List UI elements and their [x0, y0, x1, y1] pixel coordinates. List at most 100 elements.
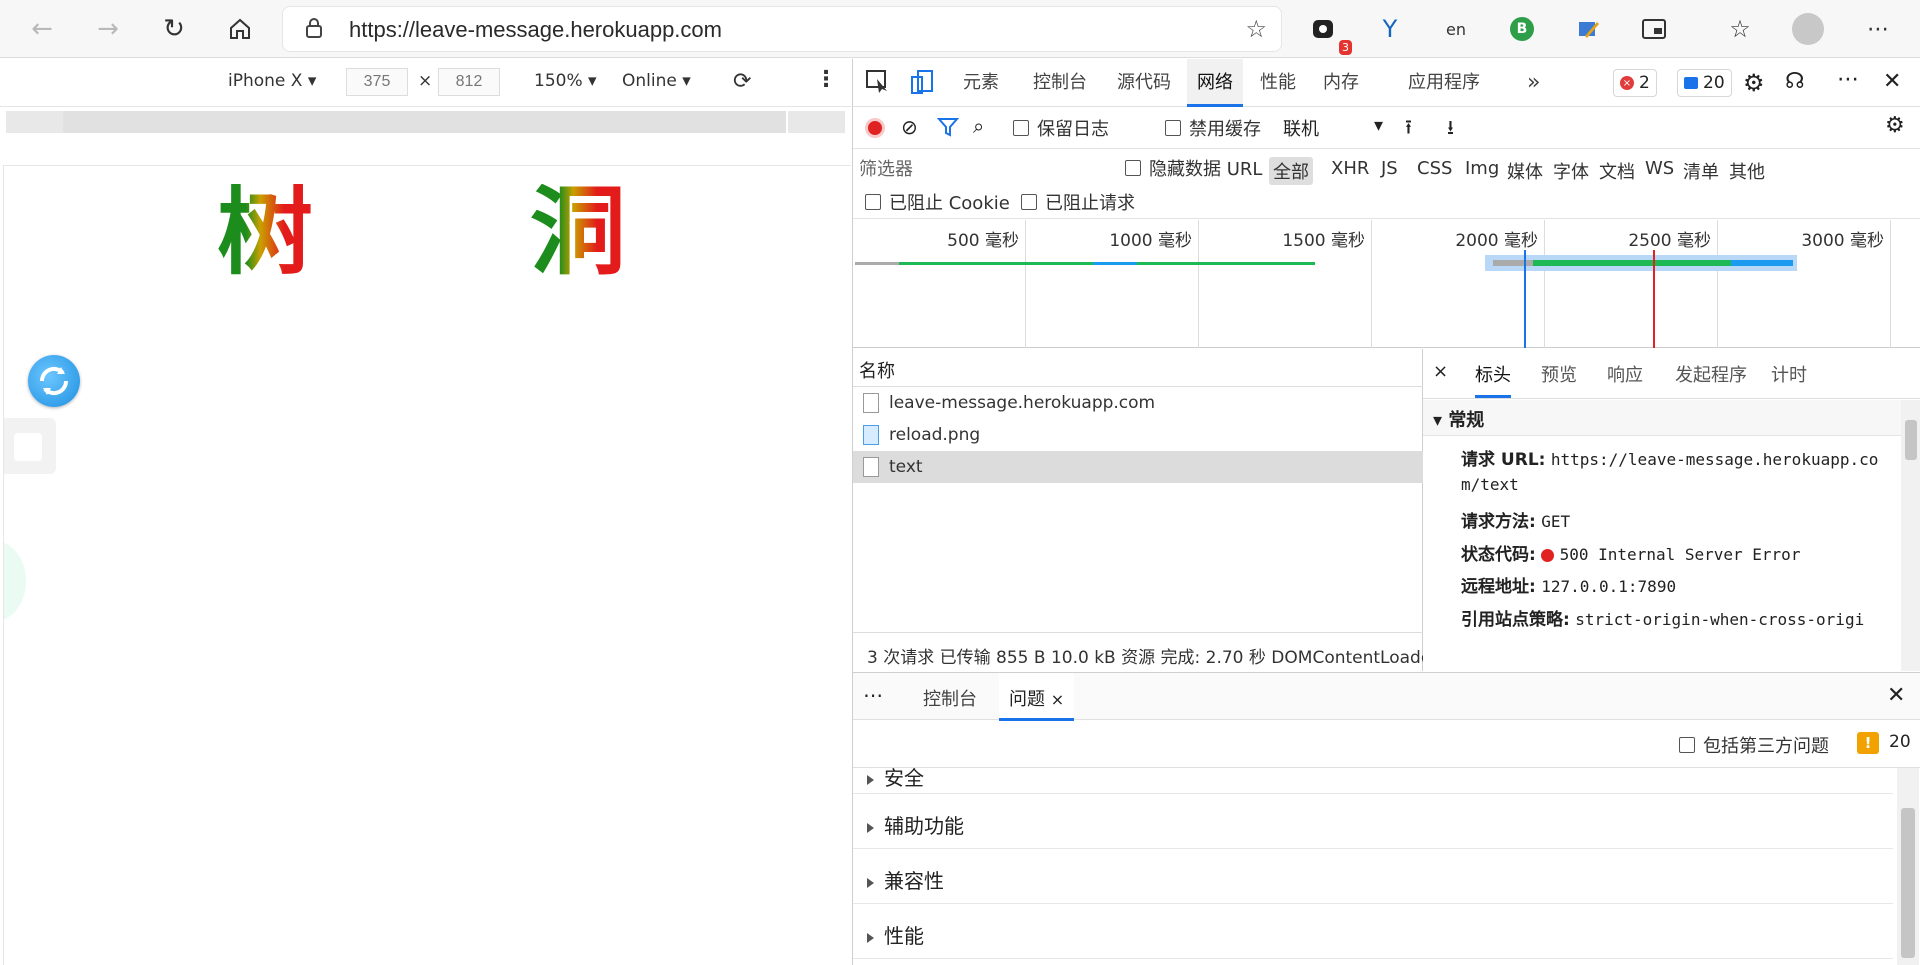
devtools-more-icon[interactable]: ⋯: [1837, 67, 1859, 92]
tab-initiator[interactable]: 发起程序: [1675, 361, 1747, 387]
tab-console[interactable]: 控制台: [1023, 59, 1097, 107]
checkbox-box[interactable]: [1125, 160, 1141, 176]
extension-icon[interactable]: 3: [1302, 7, 1352, 55]
third-party-checkbox[interactable]: 包括第三方问题: [1679, 732, 1829, 758]
blocked-requests-checkbox[interactable]: 已阻止请求: [1021, 189, 1135, 215]
profile-extension-icon[interactable]: B: [1500, 7, 1544, 51]
throttle-select[interactable]: Online ▾: [622, 71, 691, 91]
zoom-select[interactable]: 150% ▾: [534, 71, 597, 91]
checkbox-box[interactable]: [1679, 737, 1695, 753]
device-select[interactable]: iPhone X ▾: [228, 71, 316, 91]
url-text[interactable]: https://leave-message.herokuapp.com: [349, 17, 722, 43]
checkbox-box[interactable]: [1165, 120, 1181, 136]
filter-type-img[interactable]: Img: [1461, 157, 1503, 180]
filter-type-ws[interactable]: WS: [1641, 157, 1678, 180]
media-segment[interactable]: [63, 111, 788, 133]
network-overview[interactable]: 500 毫秒 1000 毫秒 1500 毫秒 2000 毫秒 2500 毫秒 3…: [853, 220, 1920, 348]
feedback-icon[interactable]: ☊: [1785, 69, 1805, 94]
drawer-tab-issues[interactable]: 问题 ×: [999, 673, 1075, 721]
more-tabs-icon[interactable]: »: [1517, 59, 1550, 107]
drawer-close-icon[interactable]: ✕: [1887, 683, 1905, 708]
filter-input[interactable]: 筛选器: [859, 155, 1109, 181]
filter-type-font[interactable]: 字体: [1549, 157, 1593, 185]
rotate-icon[interactable]: ⟳: [733, 69, 751, 94]
clear-icon[interactable]: ⊘: [901, 115, 918, 139]
tab-elements[interactable]: 元素: [953, 59, 1009, 107]
import-har-icon[interactable]: ⭱: [1405, 113, 1412, 147]
blocked-cookies-checkbox[interactable]: 已阻止 Cookie: [865, 189, 1010, 215]
tab-application[interactable]: 应用程序: [1398, 59, 1490, 107]
issue-category-security[interactable]: 安全: [853, 768, 1893, 794]
tab-headers[interactable]: 标头: [1475, 361, 1511, 398]
filter-type-js[interactable]: JS: [1377, 157, 1402, 180]
forward-arrow-icon[interactable]: →: [86, 7, 130, 51]
devtools-close-icon[interactable]: ✕: [1883, 69, 1901, 94]
detail-scrollbar[interactable]: [1901, 400, 1920, 671]
add-favorite-icon[interactable]: ☆: [1245, 15, 1267, 43]
home-icon[interactable]: [218, 7, 262, 51]
request-row[interactable]: reload.png: [853, 419, 1423, 451]
hide-data-urls-checkbox[interactable]: 隐藏数据 URL: [1125, 155, 1262, 181]
avatar[interactable]: [1786, 7, 1830, 51]
settings-gear-icon[interactable]: ⚙: [1743, 69, 1765, 97]
disable-cache-checkbox[interactable]: 禁用缓存: [1165, 115, 1261, 141]
filter-type-other[interactable]: 其他: [1725, 157, 1769, 185]
tab-memory[interactable]: 内存: [1313, 59, 1369, 107]
scroll-thumb[interactable]: [1905, 420, 1917, 460]
device-width-input[interactable]: 375: [346, 68, 408, 96]
pip-icon[interactable]: [1632, 7, 1676, 51]
message-counter[interactable]: 20: [1677, 69, 1732, 97]
checkbox-box[interactable]: [865, 194, 881, 210]
throttle-dropdown[interactable]: 联机 ▾: [1283, 115, 1383, 141]
filter-type-css[interactable]: CSS: [1413, 157, 1456, 180]
general-section-header[interactable]: ▾ 常规: [1423, 400, 1901, 436]
tab-timing[interactable]: 计时: [1771, 361, 1807, 387]
filter-type-doc[interactable]: 文档: [1595, 157, 1639, 185]
network-settings-icon[interactable]: ⚙: [1885, 113, 1905, 138]
export-har-icon[interactable]: ⭳: [1447, 113, 1454, 147]
side-tab[interactable]: [4, 418, 56, 474]
drawer-more-icon[interactable]: ⋯: [863, 683, 883, 707]
issue-category-accessibility[interactable]: 辅助功能: [853, 794, 1893, 849]
lock-icon[interactable]: [305, 17, 323, 44]
issue-category-compatibility[interactable]: 兼容性: [853, 849, 1893, 904]
detail-close-icon[interactable]: ×: [1433, 361, 1448, 382]
browser-menu-icon[interactable]: ⋯: [1856, 7, 1900, 51]
media-query-bar[interactable]: [6, 111, 845, 133]
drawer-tab-console[interactable]: 控制台: [923, 685, 977, 711]
request-row[interactable]: text: [853, 451, 1423, 483]
device-more-icon[interactable]: ⋮: [815, 67, 837, 92]
request-row[interactable]: leave-message.herokuapp.com: [853, 387, 1423, 419]
device-height-input[interactable]: 812: [438, 68, 500, 96]
edge-bubble[interactable]: [4, 541, 26, 621]
filter-type-xhr[interactable]: XHR: [1327, 157, 1373, 180]
checkbox-box[interactable]: [1021, 194, 1037, 210]
preserve-log-checkbox[interactable]: 保留日志: [1013, 115, 1109, 141]
record-button[interactable]: [865, 118, 885, 138]
extension-y-icon[interactable]: Y: [1368, 7, 1412, 51]
favorites-icon[interactable]: ☆: [1718, 7, 1762, 51]
issues-scrollbar[interactable]: [1897, 768, 1919, 965]
drawer-tab-close-icon[interactable]: ×: [1051, 690, 1064, 709]
tab-network[interactable]: 网络: [1187, 59, 1243, 107]
edit-extension-icon[interactable]: [1566, 7, 1610, 51]
address-bar[interactable]: https://leave-message.herokuapp.com ☆: [282, 6, 1282, 52]
filter-type-manifest[interactable]: 清单: [1679, 157, 1723, 185]
filter-icon[interactable]: [936, 116, 960, 143]
issue-category-performance[interactable]: 性能: [853, 904, 1893, 959]
filter-type-media[interactable]: 媒体: [1503, 157, 1547, 185]
reload-icon[interactable]: [28, 355, 80, 407]
scroll-thumb[interactable]: [1901, 808, 1915, 958]
tab-preview[interactable]: 预览: [1541, 361, 1577, 387]
checkbox-box[interactable]: [1013, 120, 1029, 136]
tab-performance[interactable]: 性能: [1250, 59, 1306, 107]
name-column-header[interactable]: 名称: [853, 349, 1423, 387]
back-arrow-icon[interactable]: ←: [20, 7, 64, 51]
translate-icon[interactable]: en: [1434, 7, 1478, 51]
error-counter[interactable]: × 2: [1613, 69, 1657, 97]
filter-type-all[interactable]: 全部: [1269, 157, 1313, 185]
tab-sources[interactable]: 源代码: [1107, 59, 1181, 107]
search-icon[interactable]: ⌕: [973, 114, 984, 138]
device-toggle-icon[interactable]: [909, 69, 935, 100]
refresh-icon[interactable]: ↻: [152, 7, 196, 51]
